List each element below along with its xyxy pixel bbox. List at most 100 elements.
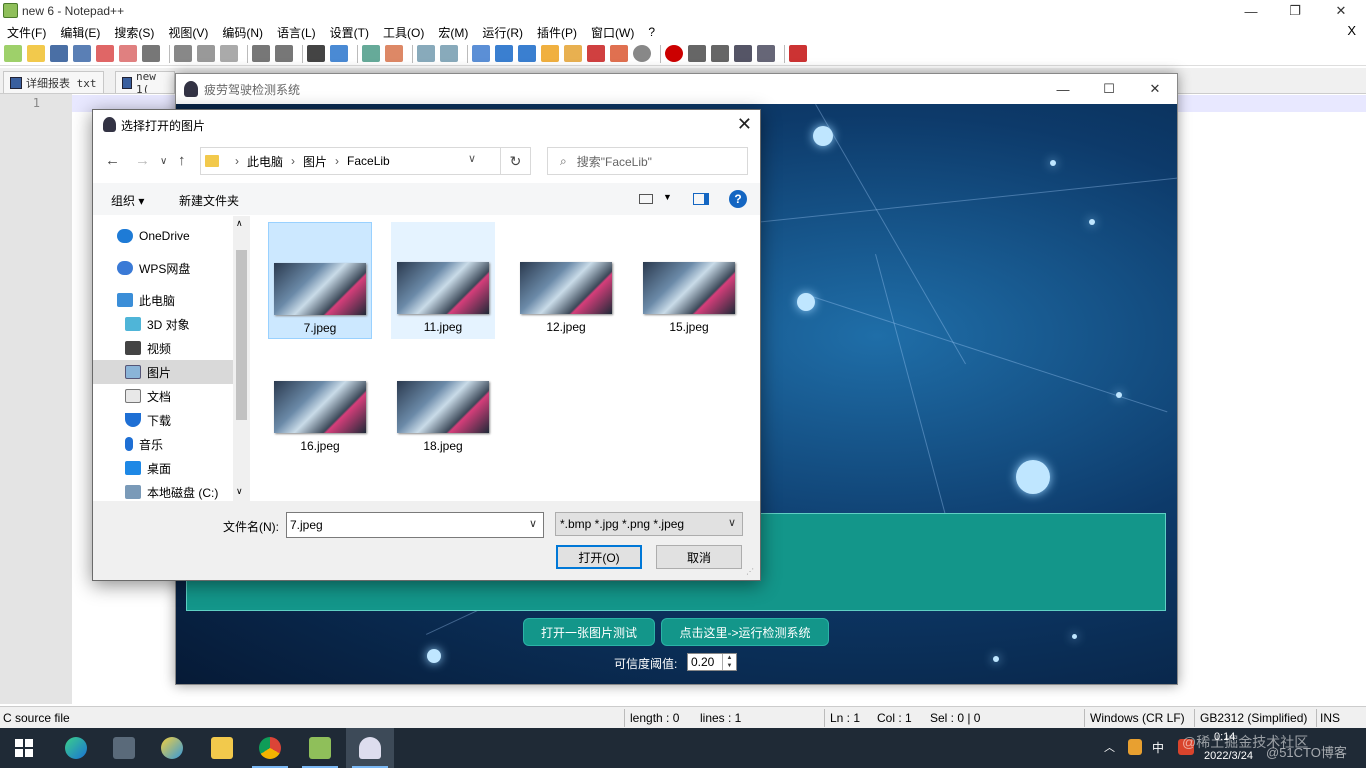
- zoom-in-icon[interactable]: [362, 45, 380, 62]
- filetype-select[interactable]: *.bmp *.jpg *.png *.jpeg: [555, 512, 743, 536]
- back-arrow-icon[interactable]: ←: [105, 152, 120, 169]
- show-symbols-icon[interactable]: [495, 45, 513, 62]
- file-item[interactable]: 7.jpeg: [268, 222, 372, 339]
- app-maximize-button[interactable]: ☐: [1086, 78, 1132, 100]
- stop-macro-icon[interactable]: [688, 45, 706, 62]
- preview-pane-icon[interactable]: [693, 193, 709, 205]
- new-folder-button[interactable]: 新建文件夹: [179, 192, 239, 209]
- tree-item-desktop[interactable]: 桌面: [93, 456, 233, 480]
- tree-item-local-disk[interactable]: 本地磁盘 (C:): [93, 480, 233, 501]
- cut-icon[interactable]: [174, 45, 192, 62]
- menu-macro[interactable]: 宏(M): [431, 24, 475, 41]
- explorer-taskbar-button[interactable]: [198, 728, 246, 768]
- ime-indicator[interactable]: 中: [1152, 739, 1164, 756]
- close-document-button[interactable]: X: [1347, 23, 1356, 38]
- notepad-taskbar-button[interactable]: [296, 728, 344, 768]
- chevron-down-icon[interactable]: ▼: [663, 192, 672, 202]
- word-wrap-icon[interactable]: [472, 45, 490, 62]
- run-macro-multiple-icon[interactable]: [734, 45, 752, 62]
- tab-report[interactable]: 详细报表 txt: [3, 71, 104, 93]
- save-macro-icon[interactable]: [757, 45, 775, 62]
- open-file-icon[interactable]: [27, 45, 45, 62]
- file-item[interactable]: 11.jpeg: [391, 222, 495, 339]
- close-file-icon[interactable]: [96, 45, 114, 62]
- run-detection-button[interactable]: 点击这里->运行检测系统: [661, 618, 829, 646]
- chevron-down-icon[interactable]: ∨: [529, 517, 537, 530]
- zoom-out-icon[interactable]: [385, 45, 403, 62]
- open-image-button[interactable]: 打开一张图片测试: [523, 618, 655, 646]
- doc-map-icon[interactable]: [564, 45, 582, 62]
- address-bar[interactable]: › 此电脑 › 图片 › FaceLib: [200, 147, 501, 175]
- paste-icon[interactable]: [220, 45, 238, 62]
- breadcrumb-chevron-icon[interactable]: ›: [235, 154, 239, 168]
- spin-arrows-icon[interactable]: ▲ ▼: [722, 654, 736, 670]
- menu-help[interactable]: ?: [641, 25, 662, 39]
- close-all-icon[interactable]: [119, 45, 137, 62]
- tree-item-wps[interactable]: WPS网盘: [93, 256, 233, 280]
- monitor-icon[interactable]: [633, 45, 651, 62]
- record-macro-icon[interactable]: [665, 45, 683, 62]
- tree-item-documents[interactable]: 文档: [93, 384, 233, 408]
- file-item[interactable]: 16.jpeg: [268, 341, 372, 458]
- app-close-button[interactable]: ✕: [1132, 78, 1178, 100]
- chevron-down-icon[interactable]: ∨: [160, 156, 167, 167]
- organize-button[interactable]: 组织 ▾: [111, 192, 144, 209]
- start-button[interactable]: [0, 728, 48, 768]
- breadcrumb-chevron-icon[interactable]: ›: [335, 154, 339, 168]
- minimize-button[interactable]: —: [1228, 0, 1274, 22]
- spellcheck-icon[interactable]: [789, 45, 807, 62]
- refresh-button[interactable]: ↻: [501, 147, 531, 175]
- tree-item-3d[interactable]: 3D 对象: [93, 312, 233, 336]
- file-item[interactable]: 15.jpeg: [637, 222, 741, 339]
- restore-button[interactable]: ❐: [1272, 0, 1318, 22]
- scroll-up-icon[interactable]: ∧: [236, 218, 243, 229]
- edge-taskbar-button[interactable]: [52, 728, 100, 768]
- address-dropdown-icon[interactable]: ∨: [468, 152, 476, 165]
- file-item[interactable]: 18.jpeg: [391, 341, 495, 458]
- undo-icon[interactable]: [252, 45, 270, 62]
- paint-taskbar-button[interactable]: [148, 728, 196, 768]
- sync-horizontal-icon[interactable]: [440, 45, 458, 62]
- tree-item-downloads[interactable]: 下载: [93, 408, 233, 432]
- redo-icon[interactable]: [275, 45, 293, 62]
- indent-guide-icon[interactable]: [518, 45, 536, 62]
- breadcrumb-facelib[interactable]: FaceLib: [347, 154, 390, 168]
- close-button[interactable]: ✕: [1318, 0, 1364, 22]
- play-macro-icon[interactable]: [711, 45, 729, 62]
- tab-new1[interactable]: new 1(: [115, 71, 175, 93]
- tray-app-icon[interactable]: [1128, 739, 1142, 755]
- breadcrumb-pictures[interactable]: 图片: [303, 153, 327, 170]
- dialog-close-button[interactable]: ✕: [737, 114, 752, 135]
- menu-tools[interactable]: 工具(O): [376, 24, 431, 41]
- app-minimize-button[interactable]: —: [1040, 78, 1086, 100]
- filename-input[interactable]: 7.jpeg: [286, 512, 544, 538]
- sync-vertical-icon[interactable]: [417, 45, 435, 62]
- tree-item-this-pc[interactable]: 此电脑: [93, 288, 233, 312]
- new-file-icon[interactable]: [4, 45, 22, 62]
- menu-search[interactable]: 搜索(S): [107, 24, 161, 41]
- scroll-down-icon[interactable]: ∨: [236, 486, 243, 497]
- open-button[interactable]: 打开(O): [556, 545, 642, 569]
- language-icon[interactable]: [541, 45, 559, 62]
- menu-settings[interactable]: 设置(T): [323, 24, 376, 41]
- scrollbar-thumb[interactable]: [236, 250, 247, 420]
- menu-window[interactable]: 窗口(W): [584, 24, 641, 41]
- tree-item-videos[interactable]: 视频: [93, 336, 233, 360]
- help-icon[interactable]: ?: [729, 190, 747, 208]
- save-icon[interactable]: [50, 45, 68, 62]
- replace-icon[interactable]: [330, 45, 348, 62]
- search-input[interactable]: ⌕ 搜索"FaceLib": [547, 147, 748, 175]
- up-arrow-icon[interactable]: ↑: [178, 152, 186, 169]
- menu-plugins[interactable]: 插件(P): [530, 24, 584, 41]
- breadcrumb-chevron-icon[interactable]: ›: [291, 154, 295, 168]
- folder-workspace-icon[interactable]: [610, 45, 628, 62]
- chevron-down-icon[interactable]: ∨: [728, 516, 736, 529]
- breadcrumb-this-pc[interactable]: 此电脑: [247, 153, 283, 170]
- menu-language[interactable]: 语言(L): [270, 24, 323, 41]
- find-icon[interactable]: [307, 45, 325, 62]
- chrome-taskbar-button[interactable]: [246, 728, 294, 768]
- tray-chevron-icon[interactable]: ︿: [1104, 739, 1115, 755]
- menu-edit[interactable]: 编辑(E): [53, 24, 107, 41]
- function-list-icon[interactable]: [587, 45, 605, 62]
- copy-icon[interactable]: [197, 45, 215, 62]
